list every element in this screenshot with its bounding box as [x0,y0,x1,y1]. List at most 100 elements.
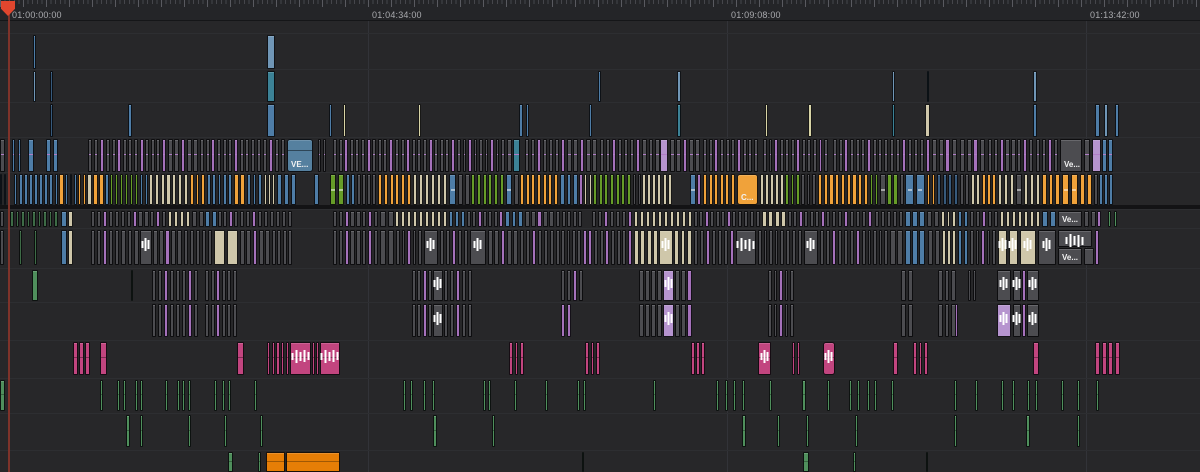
clip-gray[interactable] [880,211,886,227]
clip-blue[interactable] [518,211,523,227]
clip-purple[interactable] [729,230,734,265]
clip-gray[interactable] [152,270,157,301]
clip-gray[interactable] [93,139,99,172]
clip-blue[interactable] [314,174,319,205]
clip-gray[interactable] [145,139,150,172]
clip-gray[interactable] [433,270,443,301]
clip-gray[interactable] [150,139,155,172]
clip-purple[interactable] [736,139,741,172]
clip-purple[interactable] [211,139,216,172]
clip-gray[interactable] [694,230,699,265]
clip-gray[interactable] [855,139,860,172]
clip-gray[interactable] [1012,270,1022,301]
clip-gray[interactable] [883,139,888,172]
clip-dgreen[interactable] [54,211,58,227]
clip-gray[interactable] [1027,270,1039,301]
clip-tan[interactable] [436,174,442,205]
clip-purple[interactable] [697,174,701,205]
clip-blue[interactable] [511,211,517,227]
clip-blue[interactable] [267,104,275,137]
clip-blue[interactable] [49,174,53,205]
clip-blue[interactable] [28,139,34,172]
clip-green[interactable] [615,174,620,205]
clip-gray[interactable] [445,139,450,172]
clip-gray[interactable] [1038,230,1056,265]
clip-pink[interactable] [596,342,600,375]
clip-purple[interactable] [187,304,193,337]
clip-purple[interactable] [867,211,872,227]
clip-gray[interactable] [972,270,976,301]
clip-gray[interactable] [210,304,215,337]
clip-gray[interactable] [731,139,736,172]
clip-blue[interactable] [905,211,911,227]
clip-blue[interactable] [690,174,696,205]
clip-orange[interactable] [1086,174,1092,205]
clip-tan[interactable] [1024,174,1029,205]
clip-purple[interactable] [611,139,617,172]
clip-gray[interactable] [428,304,432,337]
clip-blue[interactable] [105,174,109,205]
clip-gray[interactable] [223,211,228,227]
clip-gray[interactable] [183,230,188,265]
clip-blue[interactable] [277,174,283,205]
clip-gray[interactable] [801,139,806,172]
clip-tan[interactable] [1009,174,1014,205]
clip-py[interactable] [343,104,346,137]
clip-gray[interactable] [919,139,925,172]
clip-pink[interactable] [585,342,589,375]
clip-gray[interactable] [387,211,394,227]
clip-gray[interactable] [361,139,365,172]
clip-purple[interactable] [999,139,1004,172]
clip-tan[interactable] [668,174,672,205]
clip-tan[interactable] [774,211,780,227]
clip-gray[interactable] [525,211,530,227]
clip-gray[interactable] [114,230,119,265]
clip-tan[interactable] [770,174,774,205]
clip-tan[interactable] [780,174,784,205]
clip-blue[interactable] [69,174,73,205]
clip-orange[interactable] [719,174,724,205]
clip-gray[interactable] [944,304,950,337]
clip-gray[interactable] [412,270,416,301]
clip-gray[interactable] [675,304,680,337]
clip-mgreen[interactable] [853,452,856,472]
clip-tan[interactable] [640,230,646,265]
clip-gray[interactable] [928,230,934,265]
clip-gray[interactable] [190,230,195,265]
clip-gray[interactable] [210,270,215,301]
clip-green[interactable] [129,174,134,205]
clip-tan[interactable] [925,104,930,137]
clip-gray[interactable] [711,230,717,265]
clip-pink[interactable] [796,342,800,375]
clip-orange[interactable] [401,174,406,205]
clip-gray[interactable] [657,270,662,301]
clip-gray[interactable] [610,230,616,265]
clip-gray[interactable] [205,270,209,301]
clip-gray[interactable] [338,230,344,265]
clip-purple[interactable] [216,270,221,301]
clip-green[interactable] [785,174,789,205]
clip-gray[interactable] [742,139,747,172]
clip-gray[interactable] [233,304,237,337]
clip-gray[interactable] [357,174,361,205]
clip-green[interactable] [598,174,603,205]
clip-navy[interactable] [937,174,942,205]
clip-gray[interactable] [577,230,581,265]
clip-mgreen[interactable] [140,380,143,411]
clip-gray[interactable] [965,174,969,205]
clip-gray[interactable] [651,304,656,337]
clip-orange[interactable] [852,174,857,205]
clip-pink[interactable] [73,342,78,375]
clip-gray[interactable] [548,139,554,172]
clip-gray[interactable] [144,211,149,227]
clip-gray[interactable] [758,230,762,265]
clip-gray[interactable] [91,211,96,227]
clip-gray[interactable] [717,230,723,265]
clip-gray[interactable] [637,174,641,205]
clip-gray[interactable] [617,139,623,172]
clip-tan[interactable] [226,230,238,265]
clip-gray[interactable] [168,139,173,172]
clip-gray[interactable] [157,304,163,337]
clip-orange[interactable] [1080,174,1086,205]
clip-purple[interactable] [155,211,161,227]
